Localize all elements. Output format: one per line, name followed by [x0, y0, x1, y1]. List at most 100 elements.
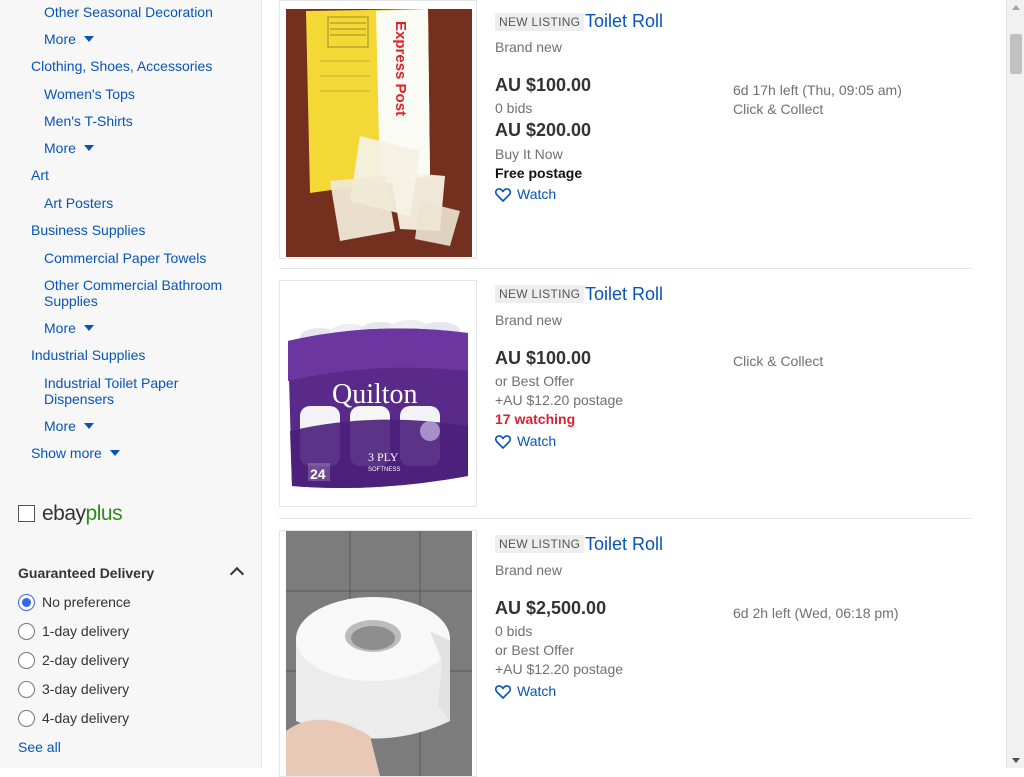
new-listing-badge: NEW LISTING [495, 285, 585, 303]
more-label: More [44, 31, 76, 47]
heart-icon [495, 188, 511, 202]
caret-down-icon [109, 450, 120, 456]
ebay-plus-logo-part1: ebay [42, 502, 86, 525]
caret-down-icon [83, 36, 94, 42]
category-clothing-shoes-accessories[interactable]: Clothing, Shoes, Accessories [31, 58, 212, 74]
see-all-link[interactable]: See all [18, 739, 61, 755]
envelope-label: Express Post [392, 21, 409, 116]
listing-title-link[interactable]: Toilet Roll [585, 534, 663, 555]
chevron-up-icon[interactable] [229, 566, 245, 582]
best-offer-label: or Best Offer [495, 642, 575, 658]
category-commercial-paper-towels[interactable]: Commercial Paper Towels [44, 250, 244, 266]
listing-item: Quilton 3 PLY SOFTNESS 24 NEW LISTING To… [279, 280, 971, 518]
time-left: 6d 2h left (Wed, 06:18 pm) [733, 605, 899, 621]
more-label: More [44, 418, 76, 434]
listing-item: Express Post NEW LISTING Toilet Roll Bra… [279, 0, 971, 268]
time-left: 6d 17h left (Thu, 09:05 am) [733, 82, 902, 98]
category-art-posters[interactable]: Art Posters [44, 195, 244, 211]
ply-label: 3 PLY [368, 450, 399, 464]
item-condition: Brand new [495, 562, 562, 578]
watching-count: 17 watching [495, 411, 576, 427]
buy-it-now-label: Buy It Now [495, 146, 563, 162]
watch-button[interactable]: Watch [495, 433, 556, 449]
listing-image[interactable]: Quilton 3 PLY SOFTNESS 24 [279, 280, 477, 507]
radio-label: 2-day delivery [42, 652, 130, 668]
radio-button[interactable] [18, 594, 35, 611]
category-industrial-supplies[interactable]: Industrial Supplies [31, 347, 145, 363]
watch-button[interactable]: Watch [495, 186, 556, 202]
vertical-scrollbar[interactable] [1006, 0, 1024, 768]
more-button[interactable]: More [44, 140, 244, 156]
listing-title-link[interactable]: Toilet Roll [585, 11, 663, 32]
category-industrial-toilet-paper-dispensers[interactable]: Industrial Toilet Paper Dispensers [44, 375, 244, 407]
scrollbar-thumb[interactable] [1010, 34, 1022, 74]
category-mens-tshirts[interactable]: Men's T-Shirts [44, 113, 244, 129]
listing-item: NEW LISTING Toilet Roll Brand new AU $2,… [279, 530, 971, 777]
scroll-up-arrow-icon[interactable] [1012, 5, 1020, 10]
guaranteed-delivery-header[interactable]: Guaranteed Delivery [18, 565, 245, 583]
listing-image[interactable]: Express Post [279, 0, 477, 259]
more-label: More [44, 140, 76, 156]
show-more-label: Show more [31, 445, 102, 461]
postage-info: +AU $12.20 postage [495, 392, 624, 408]
toilet-roll-photo-image [280, 531, 476, 776]
new-listing-badge: NEW LISTING [495, 535, 585, 553]
category-other-commercial-bathroom-supplies[interactable]: Other Commercial Bathroom Supplies [44, 277, 244, 309]
quilton-toilet-paper-image: Quilton 3 PLY SOFTNESS 24 [280, 281, 476, 506]
click-and-collect: Click & Collect [733, 101, 824, 117]
radio-button[interactable] [18, 681, 35, 698]
more-button[interactable]: More [44, 418, 244, 434]
bid-count: 0 bids [495, 100, 533, 116]
buy-it-now-price: AU $200.00 [495, 120, 592, 140]
postage-info: +AU $12.20 postage [495, 661, 624, 677]
listing-divider [279, 518, 971, 519]
watch-label: Watch [517, 683, 557, 699]
category-art[interactable]: Art [31, 167, 49, 183]
best-offer-label: or Best Offer [495, 373, 575, 389]
item-condition: Brand new [495, 312, 562, 328]
ebay-plus-logo-part2: plus [85, 502, 123, 525]
category-womens-tops[interactable]: Women's Tops [44, 86, 244, 102]
radio-button[interactable] [18, 652, 35, 669]
radio-button[interactable] [18, 623, 35, 640]
more-button[interactable]: More [44, 31, 244, 47]
item-condition: Brand new [495, 39, 562, 55]
radio-label: 3-day delivery [42, 681, 130, 697]
more-button[interactable]: More [44, 320, 244, 336]
softness-label: SOFTNESS [368, 467, 400, 473]
bid-count: 0 bids [495, 623, 533, 639]
caret-down-icon [83, 325, 94, 331]
listing-title-link[interactable]: Toilet Roll [585, 284, 663, 305]
radio-button[interactable] [18, 710, 35, 727]
caret-down-icon [83, 423, 94, 429]
heart-icon [495, 685, 511, 699]
radio-label: 1-day delivery [42, 623, 130, 639]
click-and-collect: Click & Collect [733, 353, 824, 369]
express-post-envelope-image: Express Post [280, 1, 476, 258]
caret-down-icon [83, 145, 94, 151]
watch-label: Watch [517, 186, 557, 202]
brand-label: Quilton [332, 379, 418, 410]
item-price: AU $2,500.00 [495, 598, 607, 618]
ebay-plus-logo: ebayplus [42, 502, 123, 525]
ebay-plus-checkbox[interactable] [18, 505, 35, 522]
postage-info: Free postage [495, 165, 583, 181]
category-other-seasonal-decoration[interactable]: Other Seasonal Decoration [44, 4, 244, 20]
listing-image[interactable] [279, 530, 477, 777]
radio-label: 4-day delivery [42, 710, 130, 726]
heart-icon [495, 435, 511, 449]
category-business-supplies[interactable]: Business Supplies [31, 222, 145, 238]
show-more-button[interactable]: Show more [31, 445, 120, 461]
watch-label: Watch [517, 433, 557, 449]
guaranteed-delivery-title: Guaranteed Delivery [18, 565, 155, 581]
watch-button[interactable]: Watch [495, 683, 556, 699]
item-price: AU $100.00 [495, 75, 592, 95]
filter-sidebar: Other Seasonal Decoration More Clothing,… [0, 0, 262, 768]
new-listing-badge: NEW LISTING [495, 13, 585, 31]
radio-label: No preference [42, 594, 131, 610]
roll-count-label: 24 [310, 466, 326, 482]
listing-divider [279, 268, 971, 269]
item-price: AU $100.00 [495, 348, 592, 368]
more-label: More [44, 320, 76, 336]
scroll-down-arrow-icon[interactable] [1012, 758, 1020, 763]
